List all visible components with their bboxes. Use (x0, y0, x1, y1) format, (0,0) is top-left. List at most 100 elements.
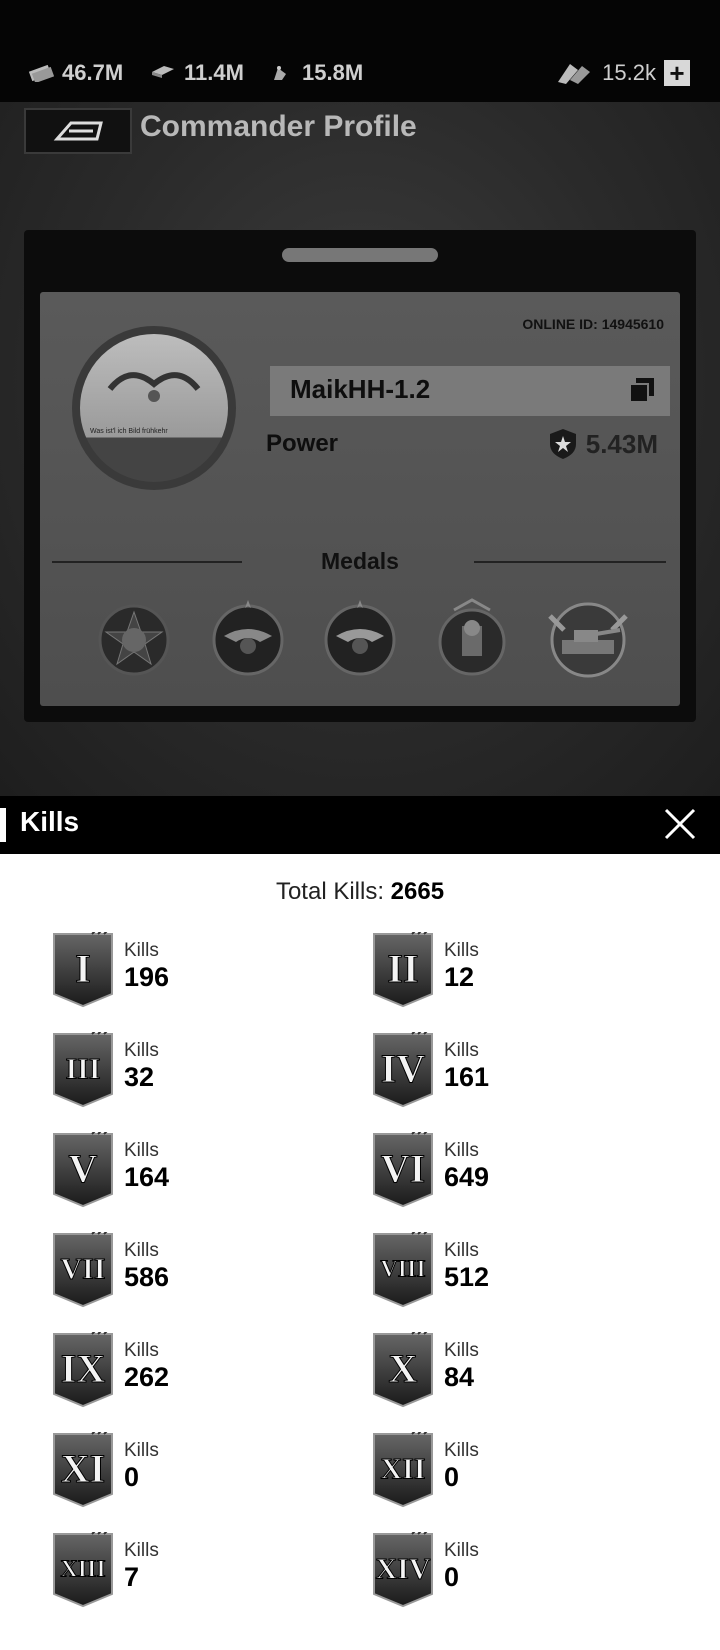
avatar[interactable]: Was ist'l ich Bild frühkehr (72, 326, 236, 490)
resource-bar (0, 0, 720, 102)
total-kills: Total Kills: 2665 (0, 878, 720, 906)
tier-badge-icon: VI (373, 1132, 433, 1208)
tier-numeral: I (75, 946, 91, 991)
tier-numeral: XI (61, 1446, 105, 1491)
resource-steel-value: 11.4M (184, 60, 244, 85)
copy-icon[interactable] (628, 376, 656, 404)
tier-badge-icon: VII (53, 1232, 113, 1308)
tier-kills-item: V Kills 164 (52, 1132, 352, 1212)
online-id: ONLINE ID: 14945610 (522, 316, 664, 332)
resource-oil[interactable]: 15.8M (268, 60, 363, 86)
tier-kills-label: Kills (444, 1540, 479, 1561)
tier-badge-icon: VIII (373, 1232, 433, 1308)
tier-kills-label: Kills (444, 1040, 479, 1061)
tier-kills-value: 196 (124, 962, 170, 992)
steel-icon (152, 66, 174, 78)
tier-numeral: X (389, 1346, 418, 1391)
tier-kills-value: 649 (444, 1162, 490, 1192)
tier-kills-item: VII Kills 586 (52, 1232, 352, 1312)
close-icon[interactable] (662, 806, 698, 842)
tier-kills-label: Kills (124, 1140, 159, 1161)
tier-badge-icon: XIV (373, 1532, 433, 1608)
tier-kills-label: Kills (444, 1140, 479, 1161)
tier-kills-value: 0 (444, 1462, 460, 1492)
tier-kills-item: IV Kills 161 (372, 1032, 672, 1112)
kills-header-accent (0, 808, 6, 842)
avatar-face (107, 372, 201, 402)
total-kills-value: 2665 (390, 878, 445, 905)
avatar-caption: Was ist'l ich Bild frühkehr (90, 428, 168, 435)
tier-kills-item: III Kills 32 (52, 1032, 352, 1112)
tier-kills-item: X Kills 84 (372, 1332, 672, 1412)
tier-numeral: IX (61, 1346, 106, 1391)
medal-eagle-icon[interactable] (320, 596, 400, 678)
tier-kills-label: Kills (444, 1440, 479, 1461)
tier-numeral: III (65, 1053, 100, 1086)
tier-kills-label: Kills (124, 940, 159, 961)
medal-star-icon[interactable] (94, 596, 174, 678)
tier-badge-icon: II (373, 932, 433, 1008)
tier-numeral: VII (60, 1253, 105, 1286)
tier-numeral: XII (380, 1453, 425, 1486)
tier-kills-item: XIV Kills 0 (372, 1532, 672, 1612)
tier-kills-label: Kills (444, 1340, 479, 1361)
tier-kills-label: Kills (124, 1240, 159, 1261)
tier-numeral: IV (381, 1046, 426, 1091)
tier-numeral: VI (381, 1146, 425, 1191)
tier-kills-label: Kills (124, 1040, 159, 1061)
tier-kills-value: 586 (124, 1262, 170, 1292)
tier-kills-value: 0 (124, 1462, 140, 1492)
resource-cash[interactable]: 46.7M (28, 60, 123, 86)
kills-header (0, 796, 720, 854)
tier-kills-item: XII Kills 0 (372, 1432, 672, 1512)
tier-kills-item: IX Kills 262 (52, 1332, 352, 1412)
card-handle (282, 248, 438, 262)
page-title: Commander Profile (140, 110, 417, 143)
medal-eagle-icon[interactable] (208, 596, 288, 678)
tier-numeral: XIII (60, 1556, 105, 1582)
power-shield-icon (549, 429, 576, 459)
resource-gold[interactable]: 15.2k + (556, 60, 690, 86)
tier-badge-icon: X (373, 1332, 433, 1408)
tier-kills-value: 164 (124, 1162, 170, 1192)
power-value: 5.43M (548, 428, 658, 460)
tier-kills-item: VI Kills 649 (372, 1132, 672, 1212)
tier-badge-icon: XI (53, 1432, 113, 1508)
medal-sphinx-icon[interactable] (432, 596, 512, 678)
tier-kills-item: XI Kills 0 (52, 1432, 352, 1512)
medals-title: Medals (321, 548, 399, 574)
tier-badge-icon: V (53, 1132, 113, 1208)
tier-numeral: II (387, 946, 418, 991)
tier-kills-value: 161 (444, 1062, 490, 1092)
tier-kills-value: 12 (444, 962, 475, 992)
tier-kills-item: I Kills 196 (52, 932, 352, 1012)
tier-kills-item: VIII Kills 512 (372, 1232, 672, 1312)
resource-oil-value: 15.8M (302, 60, 364, 85)
tier-kills-value: 32 (124, 1062, 155, 1092)
tier-kills-label: Kills (124, 1440, 159, 1461)
tier-badge-icon: IV (373, 1032, 433, 1108)
kills-title: Kills (20, 806, 80, 837)
tier-kills-value: 512 (444, 1262, 490, 1292)
resource-steel[interactable]: 11.4M (150, 60, 244, 86)
tier-kills-value: 262 (124, 1362, 170, 1392)
tier-numeral: XIV (375, 1553, 430, 1586)
cash-icon (28, 64, 54, 82)
gold-icon (558, 64, 591, 84)
player-name: MaikHH-1.2 (290, 374, 431, 404)
tier-kills-value: 7 (124, 1562, 140, 1592)
resource-cash-value: 46.7M (62, 60, 124, 85)
tier-kills-label: Kills (124, 1340, 159, 1361)
medal-tank-icon[interactable] (540, 596, 636, 678)
add-gold-button[interactable]: + (664, 60, 690, 86)
tier-kills-value: 84 (444, 1362, 475, 1392)
tier-badge-icon: IX (53, 1332, 113, 1408)
resource-gold-value: 15.2k (602, 60, 656, 85)
power-value-text: 5.43M (585, 428, 658, 459)
back-button[interactable] (24, 108, 132, 154)
tier-kills-item: II Kills 12 (372, 932, 672, 1012)
tier-badge-icon: III (53, 1032, 113, 1108)
back-arrow-icon (53, 121, 103, 141)
tier-badge-icon: I (53, 932, 113, 1008)
tier-numeral: V (69, 1146, 98, 1191)
